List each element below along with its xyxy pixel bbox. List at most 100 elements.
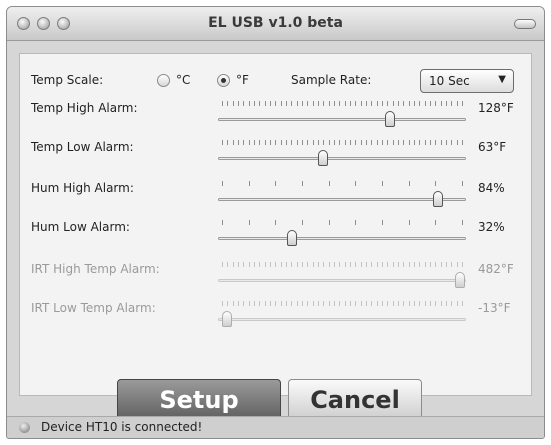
slider-tick	[328, 220, 330, 225]
slider-tick	[339, 262, 341, 267]
slider-tick	[382, 301, 383, 306]
slider-tick	[232, 262, 234, 267]
slider-thumb[interactable]	[385, 111, 395, 127]
window-title: EL USB v1.0 beta	[208, 15, 343, 31]
slider-tick	[376, 301, 378, 306]
hum-high-alarm-slider[interactable]	[218, 175, 466, 209]
slider-tick	[462, 101, 463, 106]
slider-tick	[259, 301, 261, 306]
slider-tick	[355, 101, 357, 106]
slider-tick	[254, 101, 255, 106]
temp-low-alarm-slider[interactable]	[218, 134, 466, 168]
slider-tick	[360, 301, 362, 306]
slider-tick	[339, 140, 341, 145]
slider-tick	[419, 101, 421, 106]
irt-high-alarm-value: 482°F	[478, 262, 514, 276]
slider-thumb[interactable]	[454, 272, 465, 288]
hum-low-alarm-label: Hum Low Alarm:	[31, 220, 130, 234]
slider-tick	[424, 301, 426, 306]
slider-tick	[328, 301, 330, 306]
slider-tick	[419, 262, 421, 267]
slider-tick	[360, 140, 362, 145]
slider-tick	[312, 301, 314, 306]
slider-tick	[270, 301, 271, 306]
slider-tick	[387, 101, 389, 106]
slider-tick	[243, 262, 245, 267]
slider-tick	[387, 301, 389, 306]
slider-tick	[248, 101, 250, 106]
cancel-button[interactable]: Cancel	[288, 379, 422, 421]
slider-track[interactable]	[218, 118, 466, 121]
slider-track[interactable]	[218, 318, 466, 321]
temp-high-alarm-slider[interactable]	[218, 95, 466, 129]
irt-high-alarm-slider[interactable]	[218, 256, 466, 290]
slider-tick	[264, 140, 266, 145]
slider-ticks	[222, 262, 463, 268]
status-bar: Device HT10 is connected!	[7, 416, 544, 438]
slider-tick	[435, 140, 437, 145]
slider-track[interactable]	[218, 279, 466, 282]
slider-tick	[414, 140, 415, 145]
slider-tick	[462, 262, 463, 267]
slider-ticks	[222, 301, 463, 307]
hum-low-alarm-slider[interactable]	[218, 214, 466, 248]
slider-tick	[296, 101, 298, 106]
toolbar-toggle-button[interactable]	[514, 19, 536, 29]
slider-tick	[424, 140, 426, 145]
slider-track[interactable]	[218, 237, 466, 240]
slider-tick	[424, 101, 426, 106]
radio-fahrenheit[interactable]	[217, 74, 230, 87]
slider-tick	[355, 262, 357, 267]
slider-tick	[366, 140, 367, 145]
slider-tick	[414, 301, 415, 306]
slider-tick	[462, 181, 463, 186]
slider-tick	[456, 140, 458, 145]
slider-tick	[248, 220, 250, 225]
slider-tick	[291, 140, 293, 145]
radio-celsius[interactable]	[157, 74, 170, 87]
sample-rate-select[interactable]: 10 Sec ▼	[420, 69, 514, 93]
status-text: Device HT10 is connected!	[41, 420, 203, 434]
slider-tick	[307, 301, 309, 306]
slider-tick	[451, 140, 453, 145]
slider-track[interactable]	[218, 157, 466, 160]
slider-tick	[312, 262, 314, 267]
setup-button[interactable]: Setup	[117, 379, 281, 421]
slider-tick	[430, 301, 431, 306]
slider-tick	[376, 140, 378, 145]
slider-track[interactable]	[218, 198, 466, 201]
slider-tick	[264, 301, 266, 306]
slider-thumb[interactable]	[433, 191, 443, 207]
connection-status-icon	[19, 422, 30, 433]
slider-ticks	[222, 181, 463, 187]
slider-tick	[398, 301, 399, 306]
slider-tick	[318, 101, 319, 106]
hum-low-alarm-value: 32%	[478, 220, 505, 234]
slider-thumb[interactable]	[286, 230, 297, 246]
slider-tick	[339, 301, 341, 306]
slider-tick	[291, 301, 293, 306]
irt-low-alarm-slider[interactable]	[218, 295, 466, 329]
slider-ticks	[222, 101, 463, 107]
slider-tick	[451, 101, 453, 106]
slider-thumb[interactable]	[221, 311, 232, 327]
slider-tick	[350, 140, 351, 145]
slider-tick	[259, 262, 261, 267]
slider-tick	[355, 140, 357, 145]
slider-tick	[398, 101, 399, 106]
slider-tick	[318, 140, 319, 145]
slider-tick	[408, 140, 410, 145]
slider-tick	[275, 220, 277, 225]
slider-thumb[interactable]	[317, 150, 328, 166]
slider-tick	[350, 101, 351, 106]
slider-tick	[456, 301, 458, 306]
slider-tick	[254, 140, 255, 145]
title-bar[interactable]: EL USB v1.0 beta	[7, 7, 544, 41]
slider-tick	[360, 262, 362, 267]
slider-tick	[259, 140, 261, 145]
slider-tick	[440, 301, 442, 306]
slider-tick	[286, 262, 287, 267]
slider-tick	[435, 101, 437, 106]
slider-tick	[243, 301, 245, 306]
slider-tick	[286, 301, 287, 306]
